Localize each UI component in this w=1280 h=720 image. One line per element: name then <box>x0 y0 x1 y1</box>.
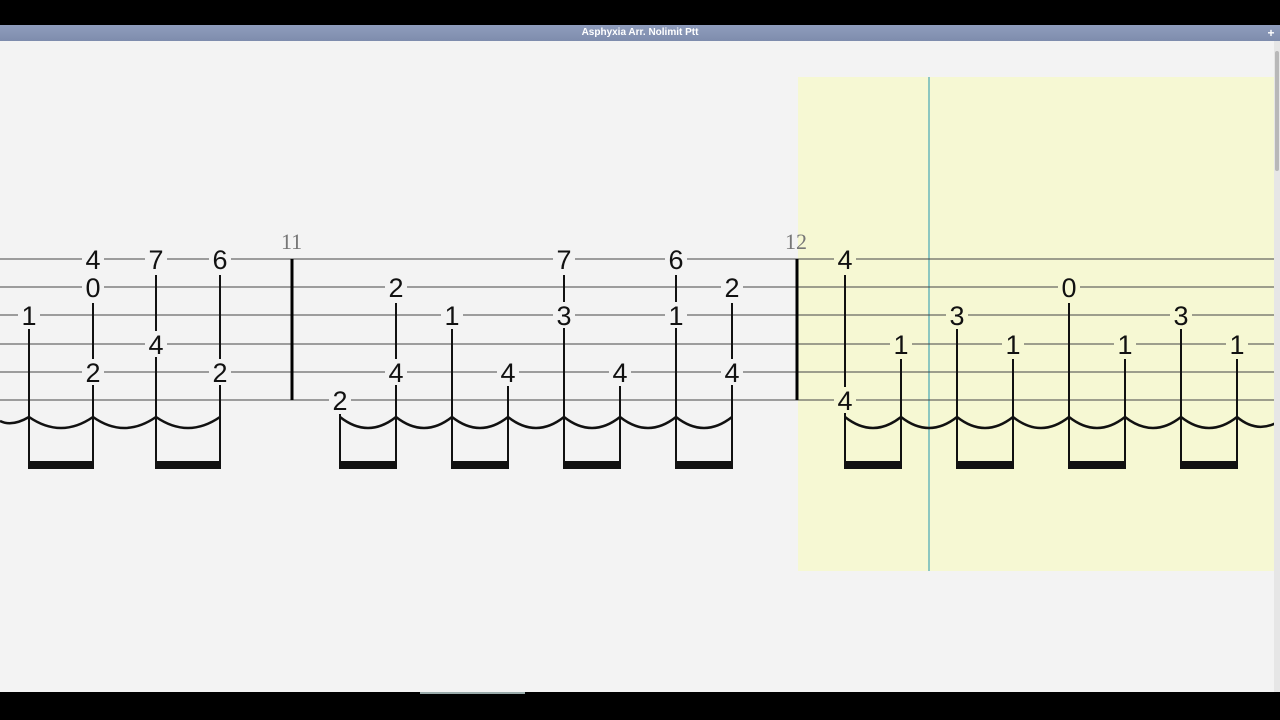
fret-number[interactable]: 4 <box>837 386 852 416</box>
fret-number[interactable]: 2 <box>388 273 403 303</box>
measure-number-12: 12 <box>785 229 807 254</box>
fret-number[interactable]: 4 <box>85 245 100 275</box>
fret-number[interactable]: 3 <box>556 301 571 331</box>
fret-number[interactable]: 1 <box>1229 330 1244 360</box>
fret-number[interactable]: 4 <box>500 358 515 388</box>
fret-number[interactable]: 3 <box>949 301 964 331</box>
fret-number[interactable]: 1 <box>893 330 908 360</box>
fret-number[interactable]: 4 <box>724 358 739 388</box>
horizontal-scroll-thumb[interactable] <box>420 692 525 694</box>
fret-number[interactable]: 4 <box>612 358 627 388</box>
fret-number[interactable]: 6 <box>668 245 683 275</box>
add-button[interactable]: + <box>1264 26 1278 40</box>
fret-number[interactable]: 1 <box>1005 330 1020 360</box>
fret-number[interactable]: 1 <box>21 301 36 331</box>
fret-number[interactable]: 1 <box>444 301 459 331</box>
fret-number[interactable]: 2 <box>212 358 227 388</box>
vertical-scrollbar[interactable] <box>1274 41 1280 692</box>
title-bar: Asphyxia Arr. Nolimit Ptt + <box>0 25 1280 41</box>
window-title: Asphyxia Arr. Nolimit Ptt <box>581 27 699 38</box>
selection-highlight <box>798 77 1276 571</box>
scrollbar-thumb[interactable] <box>1275 51 1279 171</box>
tablature-view[interactable]: 11 12 1 4 0 2 7 4 6 2 2 2 4 1 4 7 3 4 6 … <box>0 41 1280 692</box>
fret-number[interactable]: 0 <box>1061 273 1076 303</box>
fret-number[interactable]: 4 <box>388 358 403 388</box>
fret-number[interactable]: 4 <box>837 245 852 275</box>
playback-cursor <box>928 77 930 571</box>
fret-number[interactable]: 1 <box>1117 330 1132 360</box>
tab-staff: 11 12 14027462224147346124441310131 <box>0 77 1277 571</box>
fret-number[interactable]: 6 <box>212 245 227 275</box>
fret-number[interactable]: 7 <box>556 245 571 275</box>
fret-number[interactable]: 3 <box>1173 301 1188 331</box>
fret-number[interactable]: 2 <box>85 358 100 388</box>
fret-number[interactable]: 7 <box>148 245 163 275</box>
fret-number[interactable]: 0 <box>85 273 100 303</box>
bottom-bar <box>0 692 1280 720</box>
fret-number[interactable]: 2 <box>724 273 739 303</box>
fret-number[interactable]: 4 <box>148 330 163 360</box>
fret-number[interactable]: 1 <box>668 301 683 331</box>
measure-number-11: 11 <box>281 229 302 254</box>
fret-number[interactable]: 2 <box>332 386 347 416</box>
